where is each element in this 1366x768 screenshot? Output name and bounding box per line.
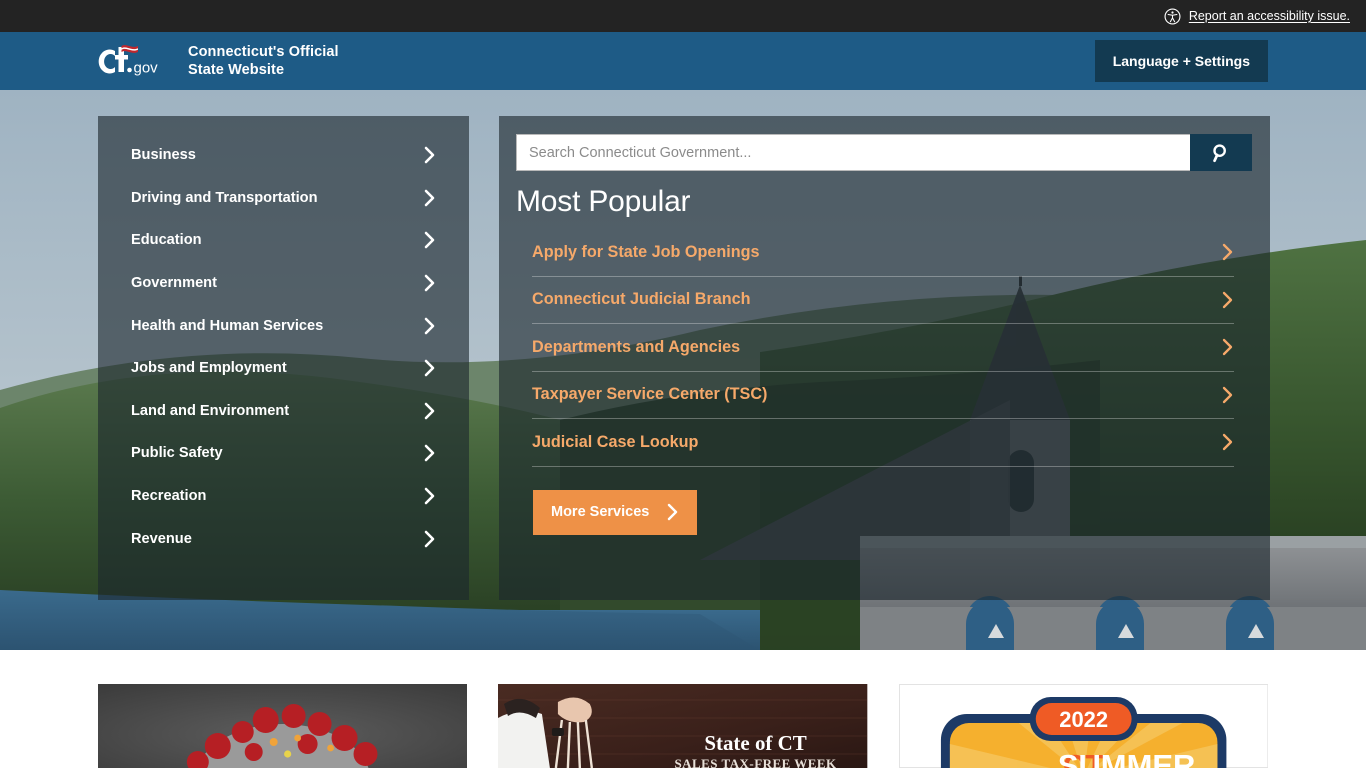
chevron-right-icon <box>424 146 435 164</box>
site-tagline-line2: State Website <box>188 62 285 78</box>
ct-summer-2022-badge-image: 2022 CT SUMMER <box>898 684 1268 768</box>
feature-cards-row: State of CT SALES TAX-FREE WEEK 2022 CT … <box>0 684 1366 768</box>
sidebar-item-label: Recreation <box>131 488 207 505</box>
sidebar-item-label: Revenue <box>131 530 192 547</box>
chevron-right-icon <box>1222 434 1233 451</box>
popular-item-label: Taxpayer Service Center (TSC) <box>532 385 768 404</box>
accessibility-bar: Report an accessibility issue. <box>0 0 1366 32</box>
accessibility-icon <box>1164 7 1181 25</box>
chevron-right-icon <box>424 530 435 547</box>
sidebar-item-government[interactable]: Government <box>117 262 450 305</box>
covid-19-virus-card[interactable] <box>98 684 468 768</box>
sidebar-item-label: Business <box>131 147 196 164</box>
popular-item-judicial-case-lookup[interactable]: Judicial Case Lookup <box>532 419 1234 467</box>
search-row <box>516 134 1252 171</box>
badge-summer-text: SUMMER <box>1057 748 1195 768</box>
popular-item-departments-and-agencies[interactable]: Departments and Agencies <box>532 324 1234 372</box>
chevron-right-icon <box>668 503 678 521</box>
ct-gov-logo-svg: gov <box>98 45 159 77</box>
chevron-right-icon <box>1222 339 1233 356</box>
chevron-right-icon <box>1222 291 1233 308</box>
popular-item-label: Departments and Agencies <box>532 337 741 356</box>
sidebar-item-revenue[interactable]: Revenue <box>117 517 450 560</box>
chevron-right-icon <box>1222 386 1233 403</box>
sidebar-item-land-and-environment[interactable]: Land and Environment <box>117 390 450 433</box>
popular-item-label: Connecticut Judicial Branch <box>532 290 751 309</box>
search-input[interactable] <box>516 134 1190 171</box>
sidebar-item-recreation[interactable]: Recreation <box>117 475 450 518</box>
sidebar-item-public-safety[interactable]: Public Safety <box>117 432 450 475</box>
popular-item-connecticut-judicial-branch[interactable]: Connecticut Judicial Branch <box>532 277 1234 324</box>
language-settings-button[interactable]: Language + Settings <box>1094 40 1268 82</box>
chevron-right-icon <box>424 359 435 377</box>
chevron-right-icon <box>424 317 435 334</box>
site-header: gov Connecticut's Official State Website… <box>0 32 1366 90</box>
hero-content: Business Driving and Transportation Educ… <box>0 90 1366 650</box>
site-tagline: Connecticut's Official State Website <box>188 43 339 79</box>
search-icon <box>1213 143 1226 162</box>
hero-section: Business Driving and Transportation Educ… <box>0 90 1366 650</box>
brand-logo-group[interactable]: gov Connecticut's Official State Website <box>98 41 339 81</box>
sidebar-item-driving-and-transportation[interactable]: Driving and Transportation <box>117 177 450 220</box>
category-nav-panel: Business Driving and Transportation Educ… <box>98 116 469 600</box>
more-services-button[interactable]: More Services <box>533 489 698 535</box>
sidebar-item-label: Government <box>131 275 217 292</box>
chevron-right-icon <box>1222 244 1233 261</box>
most-popular-heading: Most Popular <box>516 185 691 218</box>
state-of-ct-image: State of CT SALES TAX-FREE WEEK <box>498 684 868 768</box>
sidebar-item-label: Health and Human Services <box>131 317 324 334</box>
sidebar-item-label: Land and Environment <box>131 402 290 419</box>
site-tagline-line1: Connecticut's Official <box>188 43 339 60</box>
badge-year-text: 2022 <box>1059 707 1108 732</box>
popular-item-apply-for-state-job-openings[interactable]: Apply for State Job Openings <box>532 229 1234 277</box>
sidebar-item-health-and-human-services[interactable]: Health and Human Services <box>117 304 450 347</box>
sidebar-item-jobs-and-employment[interactable]: Jobs and Employment <box>117 347 450 390</box>
sidebar-item-label: Public Safety <box>131 445 223 462</box>
popular-item-taxpayer-service-center[interactable]: Taxpayer Service Center (TSC) <box>532 372 1234 419</box>
popular-item-label: Apply for State Job Openings <box>532 242 760 261</box>
chevron-right-icon <box>424 487 435 505</box>
svg-text:SALES TAX-FREE WEEK: SALES TAX-FREE WEEK <box>675 756 837 768</box>
popular-item-label: Judicial Case Lookup <box>532 432 699 451</box>
covid-19-virus-image <box>98 684 468 768</box>
chevron-right-icon <box>424 232 435 249</box>
sidebar-item-label: Driving and Transportation <box>131 189 318 206</box>
feature-cards-strip: State of CT SALES TAX-FREE WEEK 2022 CT … <box>0 650 1366 768</box>
state-of-ct-card[interactable]: State of CT SALES TAX-FREE WEEK <box>498 684 868 768</box>
more-services-label: More Services <box>551 504 650 520</box>
chevron-right-icon <box>424 274 435 292</box>
chevron-right-icon <box>424 189 435 207</box>
search-and-popular-panel: Most Popular Apply for State Job Opening… <box>499 116 1270 600</box>
sidebar-item-label: Education <box>131 232 202 249</box>
most-popular-list: Apply for State Job Openings Connecticut… <box>532 229 1234 467</box>
sidebar-item-label: Jobs and Employment <box>131 360 287 377</box>
svg-text:gov: gov <box>134 60 159 77</box>
report-accessibility-issue-link[interactable]: Report an accessibility issue. <box>1164 7 1350 25</box>
report-accessibility-issue-label: Report an accessibility issue. <box>1188 9 1350 23</box>
sidebar-item-education[interactable]: Education <box>117 219 450 262</box>
category-nav-list: Business Driving and Transportation Educ… <box>98 134 469 560</box>
ct-gov-logo-icon[interactable]: gov <box>98 41 174 81</box>
sidebar-item-business[interactable]: Business <box>117 134 450 177</box>
chevron-right-icon <box>424 402 435 420</box>
state-of-ct-overlay-text: State of CT <box>705 731 807 755</box>
search-submit-button[interactable] <box>1190 134 1252 171</box>
ct-summer-2022-card[interactable]: 2022 CT SUMMER <box>898 684 1268 768</box>
chevron-right-icon <box>424 445 435 462</box>
